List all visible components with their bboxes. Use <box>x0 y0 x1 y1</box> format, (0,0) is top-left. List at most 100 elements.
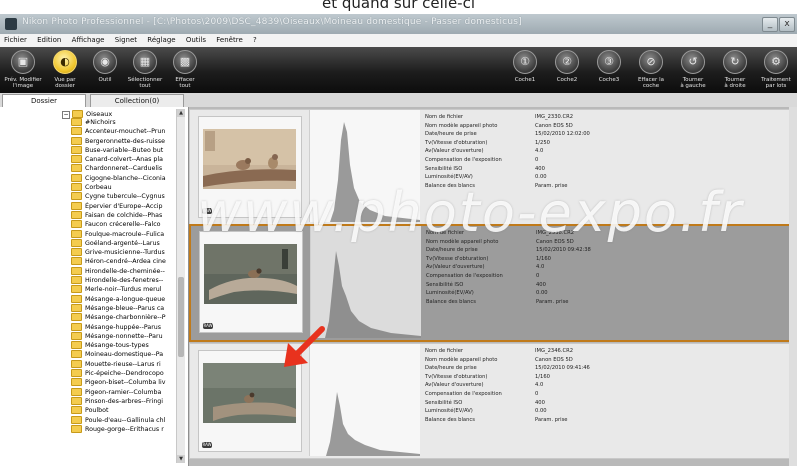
tree-item[interactable]: Mouette-rieuse--Larus ri <box>71 359 175 369</box>
thumbnail[interactable]: RAW <box>199 231 303 333</box>
tree-item[interactable]: Cygne tubercule--Cygnus <box>71 192 175 201</box>
tree-item[interactable]: Poule-d'eau--Gallinula chl <box>71 415 175 425</box>
tree-item[interactable]: Bergeronnette-des-ruisse <box>71 136 175 146</box>
tree-item-label: #Nichoirs <box>85 119 116 126</box>
meta-key: Compensation de l'exposition <box>425 156 502 163</box>
tree-item[interactable]: Hirondelle-des-fenetres-- <box>71 276 175 285</box>
tree-item[interactable]: Cigogne-blanche--Ciconia <box>71 173 175 183</box>
mark2-button[interactable]: ② Coche2 <box>547 50 587 83</box>
tree-item[interactable]: Héron-cendré--Ardea cine <box>71 257 175 266</box>
meta-value: 4.0 <box>535 382 544 389</box>
folder-tree: − Oiseaux #Nichoirs Accenteur-mouchet--Pru… <box>0 107 189 466</box>
mark3-button[interactable]: ③ Coche3 <box>589 50 629 83</box>
folder-icon <box>71 266 82 275</box>
tool-label: Prév. Modifier l'image <box>4 77 42 89</box>
tool-label: Traitement par lots <box>761 77 791 89</box>
menu-affichage[interactable]: Affichage <box>68 34 109 44</box>
tree-item[interactable]: Chardonneret--Carduelis <box>71 164 175 173</box>
tree-scrollbar[interactable]: ▲ ▼ <box>176 109 185 463</box>
tree-item[interactable]: Faucon crécerelle--Falco <box>71 220 175 229</box>
tool-icon: ◉ <box>93 50 117 74</box>
tree-item[interactable]: Canard-colvert--Anas pla <box>71 155 175 164</box>
bird-photo <box>203 363 296 423</box>
tree-item[interactable]: Rouge-gorge--Erithacus r <box>71 424 175 434</box>
meta-key: Av(Valeur d'ouverture) <box>425 382 484 389</box>
image-card[interactable]: RAW Nom de fichier IMG_2330.CR2 Nom modèl… <box>189 109 795 225</box>
tree-item-label: Hirondelle-des-fenetres-- <box>85 277 164 285</box>
meta-key: Date/heure de prise <box>425 131 477 138</box>
meta-value: Param. prise <box>536 298 569 305</box>
tree-item-label: Grive-musicienne--Turdus <box>85 249 165 257</box>
collapse-icon[interactable]: − <box>62 111 70 119</box>
rotate-right-button[interactable]: ↻ Tourner à droite <box>715 50 755 89</box>
tab-dossier[interactable]: Dossier <box>2 94 86 107</box>
tree-item[interactable]: Pinson-des-arbres--Fringi <box>71 396 175 406</box>
tree-item-label: Foulque-macroule--Fulica <box>85 230 165 238</box>
folder-icon <box>71 238 82 247</box>
clear-mark-button[interactable]: ⊘ Effacer la coche <box>631 50 671 89</box>
menu-reglage[interactable]: Réglage <box>143 34 179 44</box>
folder-icon <box>71 229 82 238</box>
tree-item[interactable]: #Nichoirs <box>71 118 175 127</box>
folder-view-button[interactable]: ◐ Vue par dossier <box>45 50 85 89</box>
preview-edit-button[interactable]: ▣ Prév. Modifier l'image <box>3 50 43 89</box>
tree-item[interactable]: Corbeau <box>71 183 175 192</box>
select-all-button[interactable]: ▦ Sélectionner tout <box>125 50 165 89</box>
tree-item[interactable]: Faisan de colchide--Phas <box>71 210 175 220</box>
menu-outils[interactable]: Outils <box>182 34 210 44</box>
thumbnail-scrollbar[interactable] <box>789 107 797 466</box>
menu-edition[interactable]: Edition <box>33 34 65 44</box>
thumbnail[interactable]: RAW <box>198 116 302 218</box>
menu-fenetre[interactable]: Fenêtre <box>212 34 246 44</box>
tree-item-label: Mésange-tous-types <box>85 342 149 350</box>
tool-button[interactable]: ◉ Outil <box>85 50 125 83</box>
tree-item-label: Rouge-gorge--Erithacus r <box>85 425 164 433</box>
close-button[interactable]: x <box>779 17 795 32</box>
clear-all-button[interactable]: ▩ Effacer tout <box>165 50 205 89</box>
meta-value: 15/02/2010 09:41:46 <box>535 365 590 372</box>
image-card-selected[interactable]: RAW Nom de fichier IMG_2338.CR2 Nom modèl… <box>189 224 797 342</box>
menu-fichier[interactable]: Fichier <box>0 34 31 44</box>
tree-item[interactable]: Pigeon-ramier--Columba <box>71 387 175 397</box>
tree-item[interactable]: Mésange-bleue--Parus ca <box>71 303 175 313</box>
tree-item-label: Accenteur-mouchet--Prun <box>85 128 166 136</box>
folder-icon <box>71 248 82 257</box>
folder-view-icon: ◐ <box>53 50 77 74</box>
tree-item[interactable]: Merle-noir--Turdus merul <box>71 285 175 294</box>
tree-item[interactable]: Mésange-a-longue-queue <box>71 294 175 304</box>
folder-icon <box>71 415 82 424</box>
menu-help[interactable]: ? <box>249 34 261 44</box>
tree-item[interactable]: Mésange-nonnette--Paru <box>71 331 175 341</box>
tree-item[interactable]: Grive-musicienne--Turdus <box>71 248 175 257</box>
folder-icon <box>71 350 82 359</box>
scroll-down-icon[interactable]: ▼ <box>177 455 185 463</box>
tree-item[interactable]: Goéland-argenté--Larus <box>71 238 175 248</box>
tree-item[interactable]: Buse-variable--Buteo but <box>71 145 175 155</box>
rotate-left-button[interactable]: ↺ Tourner à gauche <box>673 50 713 89</box>
tree-item[interactable]: Pic-épeiche--Dendrocopo <box>71 369 175 378</box>
meta-value: Canon EOS 5D <box>535 122 573 129</box>
mark1-button[interactable]: ① Coche1 <box>505 50 545 83</box>
tree-item[interactable]: Foulque-macroule--Fulica <box>71 229 175 239</box>
meta-value: 15/02/2010 09:42:38 <box>536 247 591 254</box>
meta-value: Param. prise <box>535 182 568 189</box>
tree-item[interactable]: Poulbot <box>71 406 175 415</box>
batch-button[interactable]: ⚙ Traitement par lots <box>756 50 796 89</box>
tree-item[interactable]: Moineau-domestique--Pa <box>71 350 175 359</box>
tab-collection[interactable]: Collection(0) <box>90 94 184 107</box>
raw-badge: RAW <box>202 208 212 214</box>
tree-item[interactable]: Hirondelle-de-cheminée-- <box>71 266 175 276</box>
minimize-button[interactable]: _ <box>762 17 778 32</box>
scroll-up-icon[interactable]: ▲ <box>177 109 185 117</box>
tree-item[interactable]: Mésange-tous-types <box>71 341 175 350</box>
image-card[interactable]: RAW Nom de fichier IMG_2346.CR2 Nom modèl… <box>189 343 795 459</box>
menu-signet[interactable]: Signet <box>111 34 141 44</box>
tree-item-label: Pic-épeiche--Dendrocopo <box>85 370 164 378</box>
tree-item[interactable]: Accenteur-mouchet--Prun <box>71 127 175 136</box>
tree-item[interactable]: Mésange-huppée--Parus <box>71 322 175 332</box>
scroll-thumb[interactable] <box>178 277 184 357</box>
meta-key: Av(Valeur d'ouverture) <box>426 264 485 271</box>
tree-item[interactable]: Pigeon-biset--Columba liv <box>71 378 175 387</box>
tree-item[interactable]: Mésange-charbonnière--P <box>71 313 175 322</box>
tree-item[interactable]: Épervier d'Europe--Accip <box>71 201 175 211</box>
